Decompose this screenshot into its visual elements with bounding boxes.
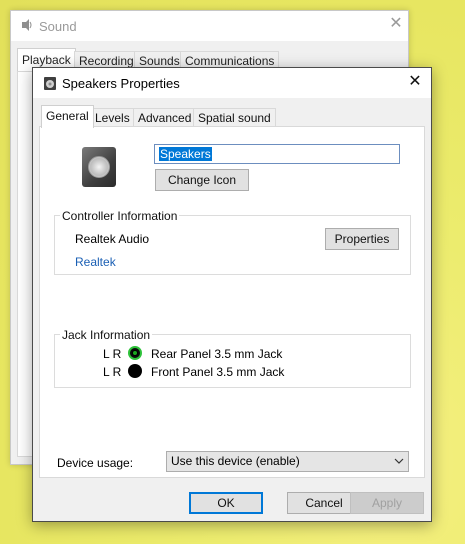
chevron-down-icon (392, 452, 406, 471)
jack-channels: L R (103, 347, 122, 361)
device-name-text: Speakers (159, 147, 212, 161)
sound-close-icon[interactable]: ✕ (387, 15, 405, 33)
tab-levels[interactable]: Levels (90, 108, 135, 127)
ok-button[interactable]: OK (189, 492, 263, 514)
speakers-properties-dialog: Speakers Properties ✕ General Levels Adv… (32, 67, 432, 522)
dialog-titlebar: Speakers Properties ✕ (33, 68, 431, 98)
tab-spatial-sound[interactable]: Spatial sound (193, 108, 276, 127)
controller-information-legend: Controller Information (60, 209, 180, 223)
device-name-input[interactable]: Speakers (154, 144, 400, 164)
jack-information-legend: Jack Information (60, 328, 153, 342)
tab-advanced[interactable]: Advanced (133, 108, 197, 127)
jack-information-group (54, 334, 411, 388)
jack-channels: L R (103, 365, 122, 379)
realtek-link[interactable]: Realtek (75, 255, 116, 269)
dialog-title: Speakers Properties (62, 76, 180, 91)
rear-jack-color-icon (128, 346, 142, 360)
device-usage-value: Use this device (enable) (171, 454, 300, 468)
controller-name: Realtek Audio (75, 232, 150, 246)
front-jack-color-icon (128, 364, 142, 378)
speaker-app-icon (43, 76, 57, 91)
close-icon[interactable]: ✕ (406, 73, 424, 91)
tab-general[interactable]: General (41, 105, 94, 128)
device-usage-select[interactable]: Use this device (enable) (166, 451, 409, 472)
controller-properties-button[interactable]: Properties (325, 228, 399, 250)
apply-button[interactable]: Apply (350, 492, 424, 514)
speaker-device-icon (82, 147, 116, 187)
sound-titlebar: Sound ✕ (11, 11, 408, 41)
change-icon-button[interactable]: Change Icon (155, 169, 249, 191)
sound-app-icon (20, 18, 33, 32)
rear-jack-label: Rear Panel 3.5 mm Jack (151, 347, 283, 361)
sound-window-title: Sound (39, 19, 77, 34)
front-jack-label: Front Panel 3.5 mm Jack (151, 365, 285, 379)
device-usage-label: Device usage: (57, 456, 134, 470)
